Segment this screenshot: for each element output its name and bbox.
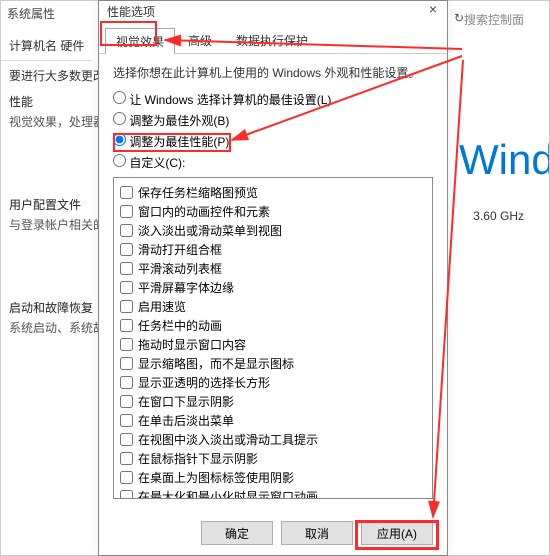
checkbox-label: 启用速览 [138, 300, 186, 314]
bg-section4-sub: 系统启动、系统故 [9, 319, 105, 336]
checkbox-label: 拖动时显示窗口内容 [138, 338, 246, 352]
checkbox-label: 平滑滚动列表框 [138, 262, 222, 276]
radio-best-appearance[interactable]: 调整为最佳外观(B) [113, 112, 433, 129]
checkbox-input[interactable] [120, 414, 133, 427]
tab-visual-effects[interactable]: 视觉效果 [105, 28, 175, 54]
checkbox-label: 在窗口下显示阴影 [138, 395, 234, 409]
radio-let-windows-choose[interactable]: 让 Windows 选择计算机的最佳设置(L) [113, 91, 433, 108]
visual-effect-option[interactable]: 在桌面上为图标标签使用阴影 [120, 469, 426, 486]
checkbox-label: 在单击后淡出菜单 [138, 414, 234, 428]
visual-effect-option[interactable]: 显示缩略图，而不是显示图标 [120, 355, 426, 372]
tab-advanced[interactable]: 高级 [177, 27, 223, 53]
cancel-button[interactable]: 取消 [281, 521, 353, 545]
visual-effect-option[interactable]: 显示亚透明的选择长方形 [120, 374, 426, 391]
dialog-tabstrip: 视觉效果 高级 数据执行保护 [99, 28, 447, 54]
checkbox-input[interactable] [120, 338, 133, 351]
checkbox-input[interactable] [120, 357, 133, 370]
radio-best-performance[interactable]: 调整为最佳性能(P) [113, 133, 433, 150]
checkbox-input[interactable] [120, 471, 133, 484]
cpu-ghz: 3.60 GHz [473, 209, 524, 223]
radio-label: 调整为最佳性能(P) [129, 135, 229, 149]
bg-section1-title: 要进行大多数更改 [9, 67, 105, 84]
radio-input[interactable] [113, 91, 126, 104]
tab-dep[interactable]: 数据执行保护 [225, 27, 319, 53]
dialog-button-row: 确定 取消 应用(A) [201, 521, 433, 545]
checkbox-label: 在桌面上为图标标签使用阴影 [138, 471, 294, 485]
radio-input[interactable] [113, 133, 126, 146]
visual-effect-option[interactable]: 在视图中淡入淡出或滑动工具提示 [120, 431, 426, 448]
checkbox-input[interactable] [120, 433, 133, 446]
visual-effect-option[interactable]: 滑动打开组合框 [120, 241, 426, 258]
bg-section3-sub: 与登录帐户相关的 [9, 216, 105, 233]
checkbox-input[interactable] [120, 490, 133, 499]
checkbox-label: 在鼠标指针下显示阴影 [138, 452, 258, 466]
checkbox-input[interactable] [120, 300, 133, 313]
checkbox-input[interactable] [120, 262, 133, 275]
dialog-title: 性能选项 [99, 1, 447, 22]
visual-effect-option[interactable]: 在鼠标指针下显示阴影 [120, 450, 426, 467]
checkbox-label: 淡入淡出或滑动菜单到视图 [138, 224, 282, 238]
checkbox-input[interactable] [120, 395, 133, 408]
radio-group: 让 Windows 选择计算机的最佳设置(L) 调整为最佳外观(B) 调整为最佳… [113, 91, 433, 171]
visual-effect-option[interactable]: 任务栏中的动画 [120, 317, 426, 334]
checkbox-input[interactable] [120, 319, 133, 332]
visual-effect-option[interactable]: 平滑屏幕字体边缘 [120, 279, 426, 296]
visual-effect-option[interactable]: 拖动时显示窗口内容 [120, 336, 426, 353]
checkbox-input[interactable] [120, 224, 133, 237]
search-box[interactable]: 搜索控制面 [464, 11, 524, 28]
visual-effect-option[interactable]: 平滑滚动列表框 [120, 260, 426, 277]
checkbox-input[interactable] [120, 186, 133, 199]
checkbox-input[interactable] [120, 205, 133, 218]
checkbox-label: 滑动打开组合框 [138, 243, 222, 257]
ok-button[interactable]: 确定 [201, 521, 273, 545]
dialog-body: 选择你想在此计算机上使用的 Windows 外观和性能设置。 让 Windows… [99, 54, 447, 499]
radio-input[interactable] [113, 154, 126, 167]
checkbox-input[interactable] [120, 376, 133, 389]
bg-section2-title: 性能 [9, 93, 33, 110]
visual-effect-option[interactable]: 在窗口下显示阴影 [120, 393, 426, 410]
dialog-description: 选择你想在此计算机上使用的 Windows 外观和性能设置。 [113, 64, 433, 81]
apply-button[interactable]: 应用(A) [361, 521, 433, 545]
checkbox-input[interactable] [120, 452, 133, 465]
radio-label: 调整为最佳外观(B) [129, 114, 229, 128]
checkbox-input[interactable] [120, 281, 133, 294]
checkbox-label: 保存任务栏缩略图预览 [138, 186, 258, 200]
radio-input[interactable] [113, 112, 126, 125]
close-icon[interactable]: × [423, 1, 443, 17]
checkbox-label: 显示亚透明的选择长方形 [138, 376, 270, 390]
bg-section2-sub: 视觉效果，处理器 [9, 113, 105, 130]
radio-custom[interactable]: 自定义(C): [113, 154, 433, 171]
visual-effect-option[interactable]: 在最大化和最小化时显示窗口动画 [120, 488, 426, 499]
checkbox-label: 平滑屏幕字体边缘 [138, 281, 234, 295]
bg-section3-title: 用户配置文件 [9, 196, 81, 213]
checkbox-label: 显示缩略图，而不是显示图标 [138, 357, 294, 371]
radio-label: 自定义(C): [129, 156, 185, 170]
checkbox-label: 任务栏中的动画 [138, 319, 222, 333]
refresh-icon[interactable]: ↻ [454, 11, 464, 25]
visual-effect-option[interactable]: 淡入淡出或滑动菜单到视图 [120, 222, 426, 239]
breadcrumb-title: 系统属性 [7, 5, 55, 22]
radio-label: 让 Windows 选择计算机的最佳设置(L) [129, 93, 331, 107]
visual-effects-list[interactable]: 保存任务栏缩略图预览窗口内的动画控件和元素淡入淡出或滑动菜单到视图滑动打开组合框… [113, 177, 433, 499]
checkbox-label: 在视图中淡入淡出或滑动工具提示 [138, 433, 318, 447]
background-tabs: 计算机名 硬件 [1, 31, 92, 61]
checkbox-label: 窗口内的动画控件和元素 [138, 205, 270, 219]
visual-effect-option[interactable]: 启用速览 [120, 298, 426, 315]
checkbox-label: 在最大化和最小化时显示窗口动画 [138, 490, 318, 499]
performance-options-dialog: 性能选项 × 视觉效果 高级 数据执行保护 选择你想在此计算机上使用的 Wind… [98, 0, 448, 556]
checkbox-input[interactable] [120, 243, 133, 256]
bg-section4-title: 启动和故障恢复 [9, 299, 93, 316]
visual-effect-option[interactable]: 保存任务栏缩略图预览 [120, 184, 426, 201]
windows-logo-text: Wind [459, 136, 549, 184]
visual-effect-option[interactable]: 窗口内的动画控件和元素 [120, 203, 426, 220]
visual-effect-option[interactable]: 在单击后淡出菜单 [120, 412, 426, 429]
